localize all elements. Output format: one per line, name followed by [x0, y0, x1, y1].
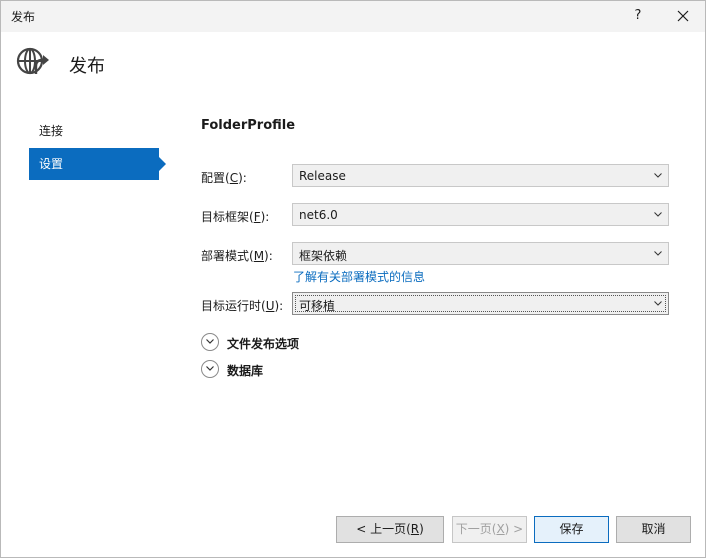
runtime-select[interactable]: 可移植: [292, 292, 669, 315]
expand-chevron-icon: [201, 333, 219, 351]
sidebar-item-settings[interactable]: 设置: [29, 148, 166, 180]
save-button[interactable]: 保存: [534, 516, 609, 543]
sidebar-nav: 连接 设置: [29, 115, 169, 181]
chevron-down-icon: [654, 301, 662, 306]
close-icon: [677, 10, 689, 22]
deploy-mode-row: 部署模式(M): 框架依赖: [201, 242, 671, 266]
file-publish-options-label: 文件发布选项: [227, 337, 300, 351]
previous-button[interactable]: < 上一页(R): [336, 516, 444, 543]
help-button[interactable]: ?: [625, 3, 651, 29]
deploy-mode-select[interactable]: 框架依赖: [292, 242, 669, 265]
chevron-down-icon: [654, 251, 662, 256]
config-value: Release: [299, 169, 346, 183]
deploy-mode-label: 部署模式(M):: [201, 249, 273, 263]
config-label: 配置(C):: [201, 171, 247, 185]
globe-publish-icon: [16, 47, 49, 75]
window-title: 发布: [11, 10, 36, 24]
deploy-mode-info-link[interactable]: 了解有关部署模式的信息: [293, 268, 425, 285]
publish-dialog: 发布 ? 发布 连接 设置 FolderProfile 配置(C): Relea…: [0, 0, 706, 558]
database-label: 数据库: [227, 364, 264, 378]
chevron-down-icon: [654, 173, 662, 178]
expand-chevron-icon: [201, 360, 219, 378]
next-button[interactable]: 下一页(X) >: [452, 516, 527, 543]
sidebar-item-connection[interactable]: 连接: [29, 115, 159, 147]
runtime-row: 目标运行时(U): 可移植: [201, 292, 671, 316]
title-bar: 发布 ?: [1, 1, 705, 32]
file-publish-options-expander[interactable]: 文件发布选项: [201, 332, 401, 352]
config-row: 配置(C): Release: [201, 164, 671, 188]
page-title: 发布: [69, 56, 105, 77]
runtime-value: 可移植: [299, 299, 336, 313]
profile-name: FolderProfile: [201, 118, 296, 133]
database-expander[interactable]: 数据库: [201, 359, 401, 379]
close-button[interactable]: [669, 3, 697, 29]
framework-value: net6.0: [299, 208, 338, 222]
header: 发布: [1, 32, 705, 94]
runtime-label: 目标运行时(U):: [201, 299, 284, 313]
framework-select[interactable]: net6.0: [292, 203, 669, 226]
framework-row: 目标框架(F): net6.0: [201, 203, 671, 227]
cancel-button[interactable]: 取消: [616, 516, 691, 543]
deploy-mode-value: 框架依赖: [299, 249, 348, 263]
config-select[interactable]: Release: [292, 164, 669, 187]
framework-label: 目标框架(F):: [201, 210, 270, 224]
chevron-down-icon: [654, 212, 662, 217]
